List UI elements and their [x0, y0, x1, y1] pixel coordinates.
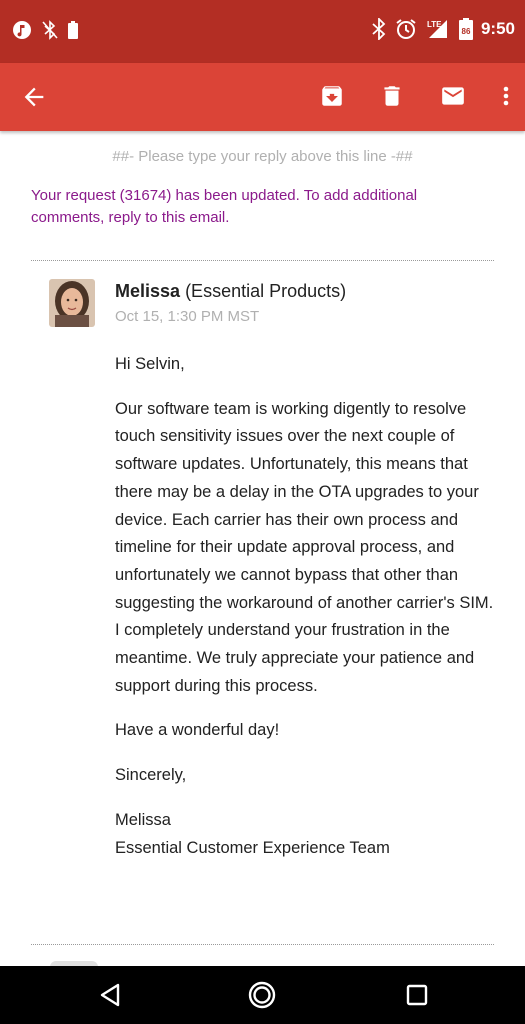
- nav-recents-icon[interactable]: [402, 980, 432, 1010]
- battery-level: 86: [462, 27, 471, 36]
- signal-lte-icon: LTE: [425, 18, 451, 40]
- alarm-icon: [395, 18, 417, 40]
- sender-name: Melissa: [115, 281, 181, 301]
- nav-home-icon[interactable]: [247, 980, 277, 1010]
- svg-text:LTE: LTE: [427, 20, 442, 29]
- message-body: Hi Selvin, Our software team is working …: [115, 351, 495, 862]
- app-bar: [0, 63, 525, 131]
- message-date: Oct 15, 1:30 PM MST: [115, 308, 260, 325]
- divider-bottom: [31, 944, 494, 945]
- navigation-bar: [0, 966, 525, 1024]
- greeting: Hi Selvin,: [115, 355, 185, 373]
- sender-org: (Essential Products): [185, 281, 347, 301]
- signature: Melissa Essential Customer Experience Te…: [115, 807, 495, 862]
- nav-back-icon[interactable]: [95, 980, 125, 1010]
- clock: 9:50: [480, 19, 515, 38]
- body-paragraph: Our software team is working digently to…: [115, 399, 494, 695]
- reply-above-line: ##- Please type your reply above this li…: [112, 148, 413, 165]
- status-bar: LTE 86 9:50: [0, 0, 525, 63]
- sender-avatar[interactable]: [49, 279, 95, 327]
- bluetooth-icon: [371, 18, 387, 40]
- battery-icon: 86: [458, 18, 473, 40]
- closing: Have a wonderful day!: [115, 721, 280, 740]
- back-arrow-icon[interactable]: [20, 83, 48, 111]
- sender-line: Melissa (Essential Products): [115, 281, 346, 302]
- bluetooth-off-icon: [42, 20, 58, 40]
- archive-icon[interactable]: [319, 83, 345, 109]
- mail-icon[interactable]: [439, 83, 467, 109]
- signature-name: Melissa: [115, 810, 171, 829]
- signature-team: Essential Customer Experience Team: [115, 838, 390, 857]
- email-content[interactable]: ##- Please type your reply above this li…: [0, 131, 525, 966]
- signoff: Sincerely,: [115, 766, 187, 785]
- media-icon: [12, 20, 32, 40]
- delete-icon[interactable]: [379, 83, 405, 109]
- divider-top: [31, 260, 494, 261]
- battery-small-icon: [68, 21, 78, 39]
- more-vert-icon[interactable]: [501, 83, 511, 109]
- request-update-notice: Your request (31674) has been updated. T…: [31, 187, 418, 226]
